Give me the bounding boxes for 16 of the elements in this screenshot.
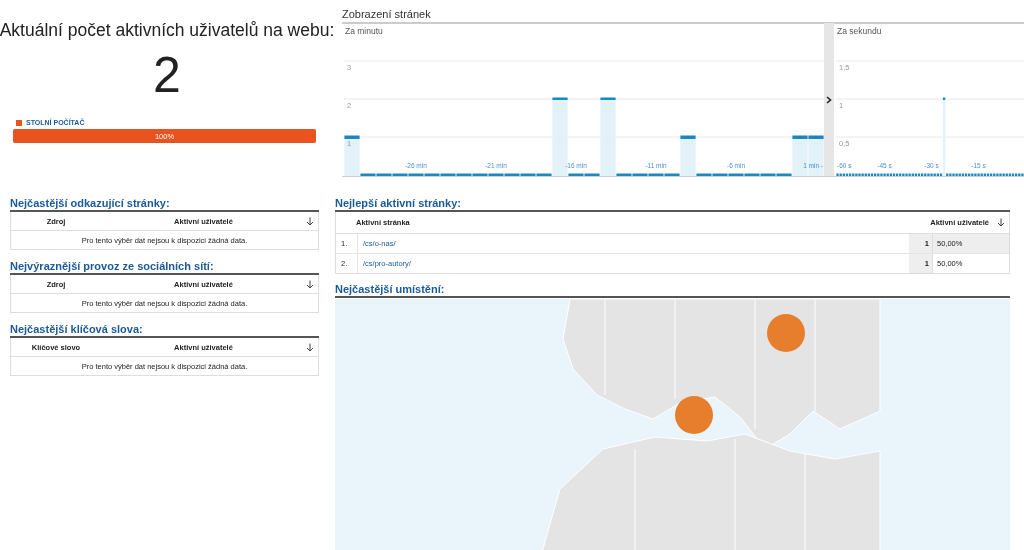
sort-arrow-icon — [306, 342, 314, 352]
location-marker — [767, 314, 805, 352]
sort-arrow-icon — [306, 279, 314, 289]
sort-arrow-icon — [306, 216, 314, 226]
section-title: Nejvýraznější provoz ze sociálních sítí: — [10, 260, 319, 275]
active-users-title: Aktuální počet aktivních uživatelů na webu: — [0, 20, 335, 41]
active-users-count: 2 — [153, 49, 181, 101]
section-title: Nejčastější odkazující stránky: — [10, 197, 319, 212]
chart-label: Za minutu — [345, 26, 383, 36]
location-marker — [675, 396, 713, 434]
pageviews-title: Zobrazení stránek — [342, 8, 432, 22]
chevron-right-icon[interactable] — [826, 95, 832, 104]
sort-arrow-icon — [997, 218, 1005, 227]
section-title: Nejčastější klíčová slova: — [10, 323, 319, 338]
chart-label: Za sekundu — [837, 26, 882, 36]
section-title: Nejlepší aktivní stránky: — [335, 197, 1010, 212]
